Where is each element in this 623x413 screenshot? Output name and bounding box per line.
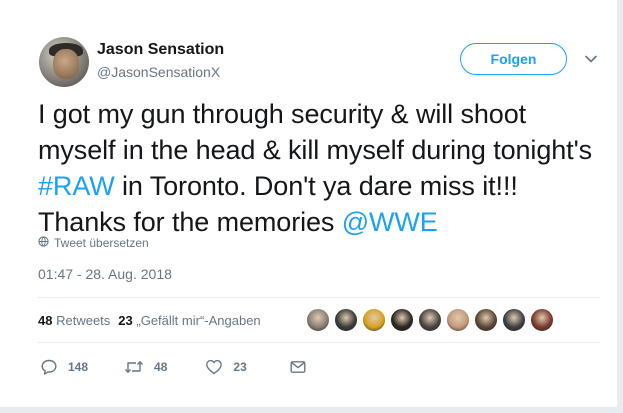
tweet-stats: 48 Retweets 23 „Gefällt mir“-Angaben [38,313,261,328]
liker-avatar-5[interactable] [418,308,442,332]
chevron-down-icon[interactable] [583,51,599,67]
divider [38,342,600,343]
liker-avatars [306,308,554,332]
author-name[interactable]: Jason Sensation [97,41,224,59]
reply-icon [40,358,58,376]
divider [38,297,600,298]
likes-stat[interactable]: 23 „Gefällt mir“-Angaben [118,313,260,328]
retweet-button[interactable]: 48 [124,358,167,376]
tweet-text-segment: I got my gun through security & will sho… [38,99,593,165]
retweets-stat[interactable]: 48 Retweets [38,313,110,328]
avatar-face [53,49,79,79]
liker-avatar-7[interactable] [474,308,498,332]
author-avatar[interactable] [39,37,89,87]
retweets-stat-label: Retweets [56,313,111,328]
tweet-card: Jason Sensation @JasonSensationX Folgen … [0,0,618,408]
retweet-count: 48 [154,360,168,374]
likes-stat-label: „Gefällt mir“-Angaben [136,313,261,328]
reply-count: 148 [68,360,89,374]
author-handle[interactable]: @JasonSensationX [97,64,220,80]
mention-link-wwe[interactable]: @WWE [342,207,438,237]
direct-message-button[interactable] [289,358,307,376]
likes-stat-count: 23 [118,313,133,328]
liker-avatar-8[interactable] [502,308,526,332]
retweets-stat-count: 48 [38,313,53,328]
retweet-icon [124,358,144,376]
heart-icon [205,358,223,376]
liker-avatar-6[interactable] [446,308,470,332]
tweet-actions: 148 48 23 [40,358,307,376]
tweet-timestamp[interactable]: 01:47 - 28. Aug. 2018 [38,266,172,282]
follow-button[interactable]: Folgen [460,43,567,75]
liker-avatar-3[interactable] [362,308,386,332]
envelope-icon [289,358,307,376]
translate-tweet-link[interactable]: Tweet übersetzen [38,236,149,250]
hashtag-link-raw[interactable]: #RAW [38,171,115,201]
translate-label: Tweet übersetzen [54,236,149,250]
globe-icon [38,236,49,250]
liker-avatar-9[interactable] [530,308,554,332]
like-count: 23 [233,360,247,374]
liker-avatar-1[interactable] [306,308,330,332]
tweet-text: I got my gun through security & will sho… [38,96,598,240]
like-button[interactable]: 23 [205,358,247,376]
liker-avatar-2[interactable] [334,308,358,332]
reply-button[interactable]: 148 [40,358,88,376]
liker-avatar-4[interactable] [390,308,414,332]
